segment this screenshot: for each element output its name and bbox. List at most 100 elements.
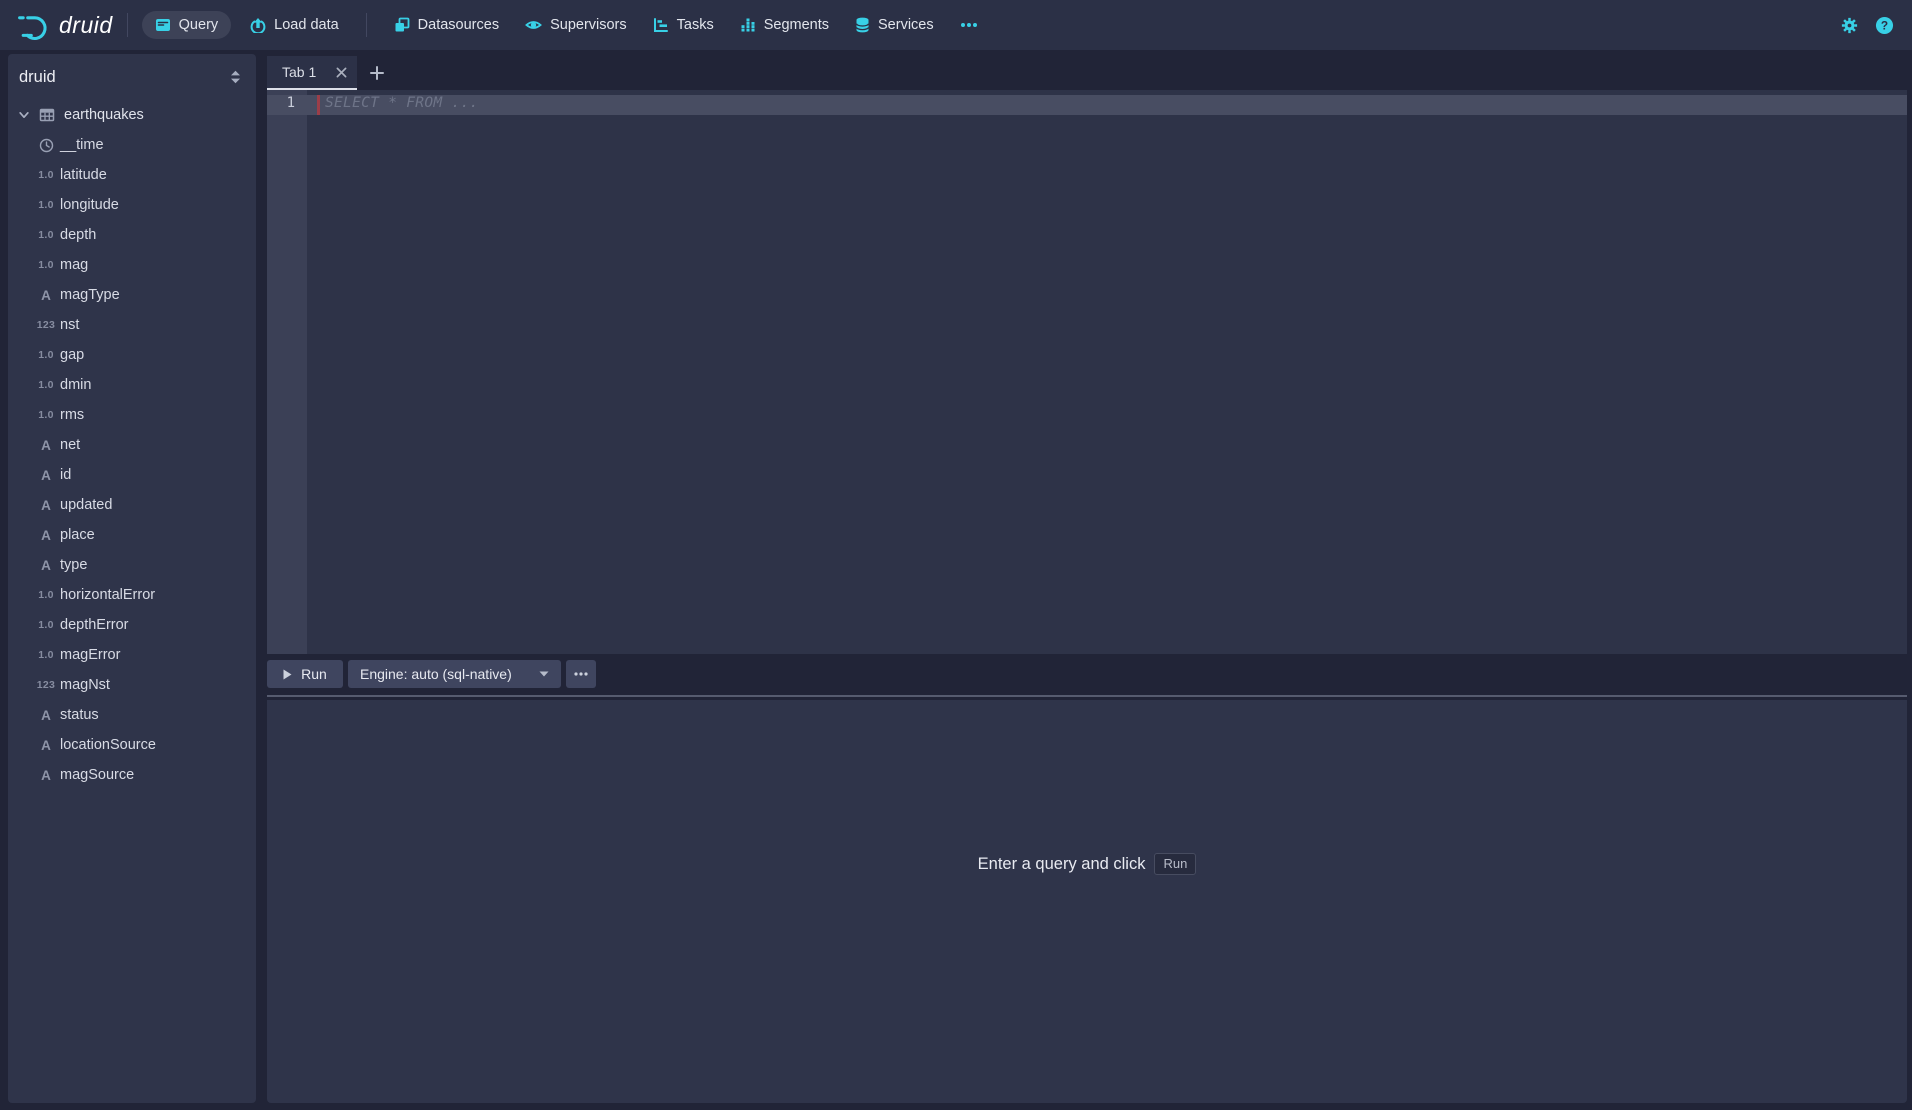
column-item-updated[interactable]: Aupdated [8,490,256,520]
column-item-magNst[interactable]: 123magNst [8,670,256,700]
run-key-chip: Run [1154,853,1196,875]
table-item-earthquakes[interactable]: earthquakes [8,100,256,130]
nav-item-more[interactable] [947,11,991,39]
column-item-nst[interactable]: 123nst [8,310,256,340]
column-item-status[interactable]: Astatus [8,700,256,730]
string-type-icon: A [34,468,58,483]
run-bar: Run Engine: auto (sql-native) [267,660,596,688]
long-type-icon: 123 [34,319,58,331]
app-logo: druid [16,7,113,43]
tab-tab1[interactable]: Tab 1 [267,56,357,90]
column-name: latitude [60,167,107,183]
column-item-net[interactable]: Anet [8,430,256,460]
nav-item-supervisors[interactable]: Supervisors [512,11,640,39]
nav-item-label: Query [179,17,219,33]
engine-select[interactable]: Engine: auto (sql-native) [348,660,561,688]
gear-icon[interactable] [1840,16,1859,35]
editor-line-number: 1 [267,95,295,115]
run-more-button[interactable] [566,660,596,688]
nav-item-services[interactable]: Services [842,11,947,39]
column-name: place [60,527,95,543]
column-item-rms[interactable]: 1.0rms [8,400,256,430]
column-name: rms [60,407,84,423]
string-type-icon: A [34,708,58,723]
column-item-magType[interactable]: AmagType [8,280,256,310]
string-type-icon: A [34,288,58,303]
string-type-icon: A [34,738,58,753]
column-name: type [60,557,87,573]
clock-icon [34,138,58,153]
column-item-depthError[interactable]: 1.0depthError [8,610,256,640]
float-type-icon: 1.0 [34,649,58,661]
float-type-icon: 1.0 [34,229,58,241]
nav-item-datasources[interactable]: Datasources [381,11,512,39]
chevron-down-icon[interactable] [14,109,34,121]
sort-icon[interactable] [230,70,241,84]
float-type-icon: 1.0 [34,409,58,421]
column-name: longitude [60,197,119,213]
column-item-place[interactable]: Aplace [8,520,256,550]
column-item-horizontalError[interactable]: 1.0horizontalError [8,580,256,610]
editor-current-line-highlight [267,95,1907,115]
column-item-depth[interactable]: 1.0depth [8,220,256,250]
column-name: depthError [60,617,129,633]
empty-message-text: Enter a query and click [978,855,1146,874]
column-name: updated [60,497,112,513]
float-type-icon: 1.0 [34,589,58,601]
sidebar-column-tree: druid earthquakes __time1.0latitude1.0lo… [8,54,256,1103]
sidebar-header: druid [8,54,256,100]
column-item-longitude[interactable]: 1.0longitude [8,190,256,220]
column-name: mag [60,257,88,273]
column-item-type[interactable]: Atype [8,550,256,580]
play-icon [283,669,292,680]
float-type-icon: 1.0 [34,379,58,391]
app-logo-text: druid [59,12,113,39]
top-nav: druid Query Load data Datasources [0,0,1912,50]
column-item-magError[interactable]: 1.0magError [8,640,256,670]
table-name: earthquakes [64,107,144,123]
nav-right-group: ? [1840,16,1894,35]
column-item-dmin[interactable]: 1.0dmin [8,370,256,400]
column-name: magSource [60,767,134,783]
string-type-icon: A [34,768,58,783]
sql-editor[interactable]: 1 SELECT * FROM ... [267,90,1907,654]
svg-text:?: ? [1881,18,1888,32]
nav-item-query[interactable]: Query [142,11,232,39]
nav-item-tasks[interactable]: Tasks [640,11,727,39]
nav-item-load-data[interactable]: Load data [237,11,352,39]
column-name: dmin [60,377,91,393]
panel-divider [267,695,1907,697]
column-item-id[interactable]: Aid [8,460,256,490]
bar-chart-icon [740,17,756,33]
float-type-icon: 1.0 [34,169,58,181]
nav-item-label: Tasks [677,17,714,33]
console-icon [155,17,171,33]
nav-item-label: Services [878,17,934,33]
help-icon[interactable]: ? [1875,16,1894,35]
editor-placeholder: SELECT * FROM ... [325,95,479,115]
empty-results-message: Enter a query and click Run [267,853,1907,875]
add-tab-button[interactable] [370,56,384,90]
more-icon [960,22,978,28]
column-name: magNst [60,677,110,693]
close-icon[interactable] [336,67,347,78]
string-type-icon: A [34,498,58,513]
nav-item-segments[interactable]: Segments [727,11,842,39]
column-item-__time[interactable]: __time [8,130,256,160]
run-button[interactable]: Run [267,660,343,688]
column-item-locationSource[interactable]: AlocationSource [8,730,256,760]
upload-icon [250,17,266,33]
column-item-magSource[interactable]: AmagSource [8,760,256,790]
column-item-gap[interactable]: 1.0gap [8,340,256,370]
column-name: status [60,707,99,723]
column-item-latitude[interactable]: 1.0latitude [8,160,256,190]
column-name: magError [60,647,120,663]
nav-divider [366,13,367,37]
float-type-icon: 1.0 [34,259,58,271]
column-item-mag[interactable]: 1.0mag [8,250,256,280]
column-name: __time [60,137,104,153]
engine-select-label: Engine: auto (sql-native) [360,666,512,682]
column-name: magType [60,287,120,303]
chevron-down-icon [539,671,549,677]
run-button-label: Run [301,666,327,682]
